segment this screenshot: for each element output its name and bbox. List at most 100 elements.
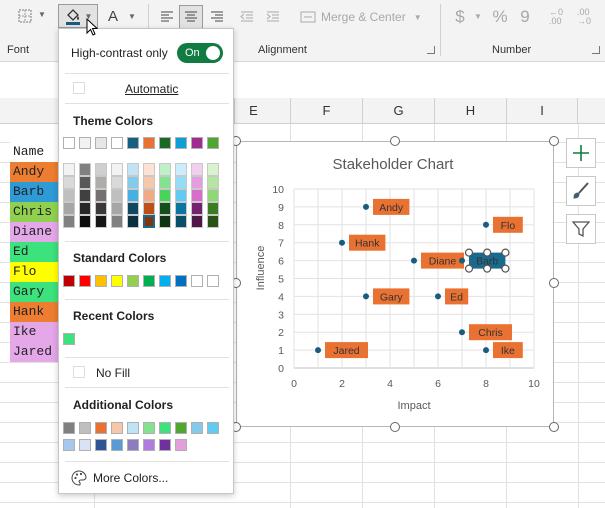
borders-dropdown[interactable]: ▼: [38, 10, 46, 19]
resize-handle-top-right[interactable]: [549, 136, 559, 146]
theme-color-swatch[interactable]: [191, 137, 203, 149]
column-header-i[interactable]: I: [506, 98, 578, 124]
theme-shade-swatch[interactable]: [191, 189, 203, 202]
theme-shade-swatch[interactable]: [127, 202, 139, 215]
increase-indent-button[interactable]: [262, 6, 284, 28]
theme-shade-swatch[interactable]: [127, 189, 139, 202]
standard-color-swatch[interactable]: [111, 275, 123, 287]
additional-color-swatch[interactable]: [95, 439, 107, 451]
theme-shade-swatch[interactable]: [95, 176, 107, 189]
theme-shade-swatch[interactable]: [111, 176, 123, 189]
additional-color-swatch[interactable]: [127, 422, 139, 434]
additional-color-swatch[interactable]: [175, 439, 187, 451]
theme-shade-swatch[interactable]: [79, 176, 91, 189]
increase-decimal-button[interactable]: ←0.00: [546, 6, 566, 28]
theme-shade-swatch[interactable]: [63, 202, 75, 215]
standard-color-swatch[interactable]: [63, 275, 75, 287]
additional-color-swatch[interactable]: [143, 422, 155, 434]
percent-button[interactable]: %: [490, 6, 510, 28]
resize-handle-bottom-right[interactable]: [549, 422, 559, 432]
additional-color-swatch[interactable]: [159, 439, 171, 451]
theme-color-swatch[interactable]: [111, 137, 123, 149]
additional-color-swatch[interactable]: [63, 422, 75, 434]
name-cell[interactable]: Barb: [10, 182, 60, 202]
theme-shade-swatch[interactable]: [63, 189, 75, 202]
theme-shade-swatch[interactable]: [143, 215, 155, 228]
standard-color-swatch[interactable]: [159, 275, 171, 287]
font-color-button[interactable]: A: [104, 6, 122, 26]
merge-center-button[interactable]: Merge & Center ▼: [300, 8, 422, 26]
theme-shade-swatch[interactable]: [175, 163, 187, 176]
standard-color-swatch[interactable]: [191, 275, 203, 287]
standard-color-swatch[interactable]: [143, 275, 155, 287]
theme-shade-swatch[interactable]: [159, 189, 171, 202]
chart-elements-button[interactable]: [566, 138, 596, 168]
theme-shade-swatch[interactable]: [111, 189, 123, 202]
theme-shade-swatch[interactable]: [127, 163, 139, 176]
theme-shade-swatch[interactable]: [143, 202, 155, 215]
font-color-dropdown[interactable]: ▼: [128, 12, 136, 21]
chart-styles-button[interactable]: [566, 176, 596, 206]
additional-color-swatch[interactable]: [207, 422, 219, 434]
theme-shade-swatch[interactable]: [143, 189, 155, 202]
theme-shade-swatch[interactable]: [79, 202, 91, 215]
alignment-dialog-launcher[interactable]: [427, 46, 435, 54]
theme-shade-swatch[interactable]: [159, 163, 171, 176]
decrease-indent-button[interactable]: [236, 6, 258, 28]
theme-shade-swatch[interactable]: [191, 163, 203, 176]
name-cell[interactable]: Jared: [10, 342, 60, 362]
name-cell[interactable]: Andy: [10, 162, 60, 182]
theme-shade-swatch[interactable]: [175, 176, 187, 189]
align-left-button[interactable]: [156, 6, 178, 28]
name-cell[interactable]: Diane: [10, 222, 60, 242]
name-cell[interactable]: Ike: [10, 322, 60, 342]
theme-shade-swatch[interactable]: [207, 189, 219, 202]
standard-color-swatch[interactable]: [79, 275, 91, 287]
align-right-button[interactable]: [206, 6, 228, 28]
theme-color-swatch[interactable]: [207, 137, 219, 149]
additional-color-swatch[interactable]: [63, 439, 75, 451]
theme-shade-swatch[interactable]: [143, 176, 155, 189]
theme-shade-swatch[interactable]: [95, 215, 107, 228]
theme-color-swatch[interactable]: [79, 137, 91, 149]
theme-shade-swatch[interactable]: [95, 163, 107, 176]
theme-shade-swatch[interactable]: [63, 176, 75, 189]
chart-title[interactable]: Stakeholder Chart: [333, 156, 455, 173]
resize-handle-right[interactable]: [549, 278, 559, 288]
additional-color-swatch[interactable]: [95, 422, 107, 434]
theme-shade-swatch[interactable]: [175, 215, 187, 228]
column-header-h[interactable]: H: [434, 98, 506, 124]
additional-color-swatch[interactable]: [79, 439, 91, 451]
theme-shade-swatch[interactable]: [175, 189, 187, 202]
additional-color-swatch[interactable]: [111, 439, 123, 451]
theme-shade-swatch[interactable]: [207, 163, 219, 176]
theme-shade-swatch[interactable]: [191, 176, 203, 189]
theme-color-swatch[interactable]: [159, 137, 171, 149]
more-colors-option[interactable]: More Colors...: [65, 467, 229, 489]
additional-color-swatch[interactable]: [143, 439, 155, 451]
column-header-g[interactable]: G: [362, 98, 434, 124]
theme-shade-swatch[interactable]: [127, 215, 139, 228]
automatic-option[interactable]: Automatic: [65, 79, 229, 99]
currency-dropdown[interactable]: ▼: [474, 12, 482, 21]
theme-shade-swatch[interactable]: [111, 202, 123, 215]
additional-color-swatch[interactable]: [191, 422, 203, 434]
standard-color-swatch[interactable]: [207, 275, 219, 287]
standard-color-swatch[interactable]: [127, 275, 139, 287]
name-cell[interactable]: Hank: [10, 302, 60, 322]
standard-color-swatch[interactable]: [95, 275, 107, 287]
theme-shade-swatch[interactable]: [207, 176, 219, 189]
theme-shade-swatch[interactable]: [159, 176, 171, 189]
stakeholder-chart[interactable]: Stakeholder Chart 0 1 2 3 4 5 6 7 8 9 10 0 2 4 6 8 10 An…: [236, 141, 554, 427]
theme-shade-swatch[interactable]: [159, 202, 171, 215]
theme-shade-swatch[interactable]: [95, 189, 107, 202]
theme-shade-swatch[interactable]: [95, 202, 107, 215]
recent-color-swatch[interactable]: [63, 333, 75, 345]
theme-shade-swatch[interactable]: [111, 215, 123, 228]
name-cell[interactable]: Ed: [10, 242, 60, 262]
additional-color-swatch[interactable]: [175, 422, 187, 434]
theme-shade-swatch[interactable]: [143, 163, 155, 176]
additional-color-swatch[interactable]: [159, 422, 171, 434]
x-axis-title[interactable]: Impact: [397, 400, 430, 412]
currency-button[interactable]: $: [452, 6, 468, 28]
